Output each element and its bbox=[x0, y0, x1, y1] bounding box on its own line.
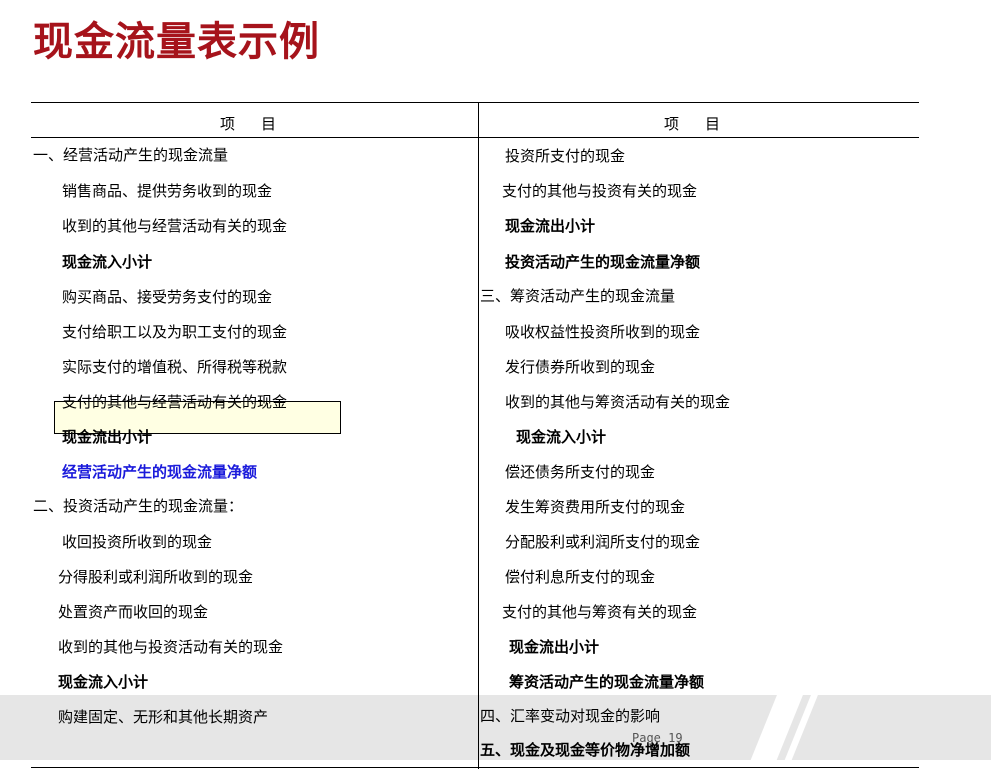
left-row: 收到的其他与投资活动有关的现金 bbox=[58, 638, 284, 656]
left-row: 支付的其他与经营活动有关的现金 bbox=[62, 393, 288, 411]
left-column-header: 项目 bbox=[220, 115, 303, 133]
right-row: 发生筹资费用所支付的现金 bbox=[505, 498, 686, 516]
table-top-border bbox=[31, 102, 919, 103]
left-row: 经营活动产生的现金流量净额 bbox=[62, 463, 258, 481]
right-row: 分配股利或利润所支付的现金 bbox=[505, 533, 701, 551]
right-row: 支付的其他与筹资有关的现金 bbox=[502, 603, 698, 621]
right-row: 四、汇率变动对现金的影响 bbox=[480, 707, 661, 725]
left-row: 销售商品、提供劳务收到的现金 bbox=[62, 182, 273, 200]
left-row: 二、投资活动产生的现金流量： bbox=[33, 497, 244, 515]
left-row: 分得股利或利润所收到的现金 bbox=[58, 568, 254, 586]
left-row: 现金流出小计 bbox=[62, 428, 153, 446]
table-header-border bbox=[31, 137, 919, 138]
left-row: 现金流入小计 bbox=[62, 253, 153, 271]
left-row: 实际支付的增值税、所得税等税款 bbox=[62, 358, 288, 376]
right-row: 现金流出小计 bbox=[509, 638, 600, 656]
right-row: 偿还债务所支付的现金 bbox=[505, 463, 656, 481]
right-row: 筹资活动产生的现金流量净额 bbox=[509, 673, 705, 691]
right-column-header: 项目 bbox=[664, 115, 747, 133]
left-row: 现金流入小计 bbox=[58, 673, 149, 691]
left-row: 支付给职工以及为职工支付的现金 bbox=[62, 323, 288, 341]
right-row: 发行债券所收到的现金 bbox=[505, 358, 656, 376]
left-row: 收回投资所收到的现金 bbox=[62, 533, 213, 551]
right-row: 投资活动产生的现金流量净额 bbox=[505, 253, 701, 271]
right-row: 吸收权益性投资所收到的现金 bbox=[505, 323, 701, 341]
right-row: 支付的其他与投资有关的现金 bbox=[502, 182, 698, 200]
table-column-divider bbox=[478, 102, 479, 769]
page-number: Page 19 bbox=[632, 731, 683, 745]
left-row: 处置资产而收回的现金 bbox=[58, 603, 209, 621]
right-row: 现金流出小计 bbox=[505, 217, 596, 235]
left-row: 一、经营活动产生的现金流量 bbox=[33, 146, 229, 164]
left-row: 购买商品、接受劳务支付的现金 bbox=[62, 288, 273, 306]
left-row: 购建固定、无形和其他长期资产 bbox=[58, 708, 269, 726]
right-row: 投资所支付的现金 bbox=[505, 147, 626, 165]
right-row: 偿付利息所支付的现金 bbox=[505, 568, 656, 586]
right-row: 现金流入小计 bbox=[516, 428, 607, 446]
left-row: 收到的其他与经营活动有关的现金 bbox=[62, 217, 288, 235]
page-title: 现金流量表示例 bbox=[33, 18, 320, 65]
right-row: 三、筹资活动产生的现金流量 bbox=[480, 287, 676, 305]
table-bottom-border bbox=[31, 767, 919, 768]
right-row: 收到的其他与筹资活动有关的现金 bbox=[505, 393, 731, 411]
